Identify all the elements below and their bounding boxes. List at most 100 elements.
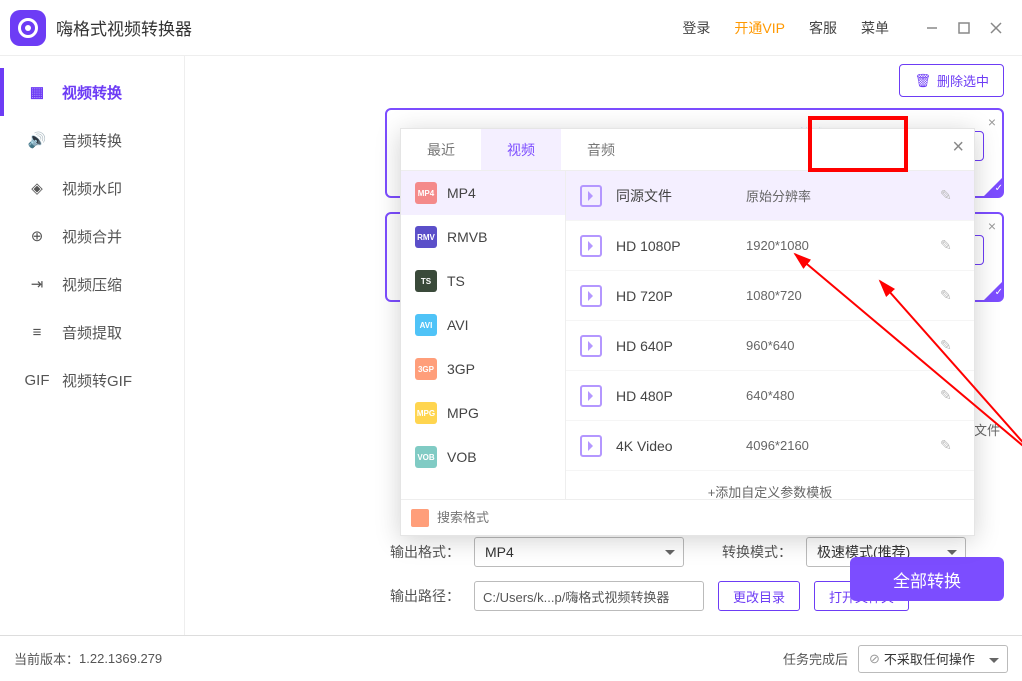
resolution-item-3[interactable]: HD 640P960*640✎ [566, 321, 974, 371]
search-format-icon [411, 509, 429, 527]
format-icon: 3GP [415, 358, 437, 380]
sidebar-item-label: 音频转换 [62, 130, 122, 151]
format-label: MP4 [447, 185, 476, 201]
format-label: RMVB [447, 229, 487, 245]
resolution-name: HD 480P [616, 388, 746, 404]
main-area: 🗑 删除选中 × ⚙格式设置 🔊音频选取 转换(极速) ▾ × ⚙格式设置 [185, 56, 1022, 635]
add-template-button[interactable]: +添加自定义参数模板 [566, 471, 974, 499]
popup-tabs: 最近视频音频 × [401, 129, 974, 171]
block-icon: ⊘ [869, 651, 880, 667]
convert-mode-label: 转换模式： [722, 542, 792, 562]
sidebar-item-label: 视频合并 [62, 226, 122, 247]
login-link[interactable]: 登录 [682, 18, 710, 38]
popup-tab-1[interactable]: 视频 [481, 129, 561, 170]
edit-icon[interactable]: ✎ [940, 337, 960, 354]
edit-icon[interactable]: ✎ [940, 237, 960, 254]
audio-convert-icon: 🔊 [26, 129, 48, 151]
convert-all-button[interactable]: 全部转换 [850, 557, 1004, 601]
resolution-dim: 640*480 [746, 388, 940, 403]
resolution-dim: 1920*1080 [746, 238, 940, 253]
video-icon [580, 285, 602, 307]
resolution-item-4[interactable]: HD 480P640*480✎ [566, 371, 974, 421]
app-title: 嗨格式视频转换器 [56, 15, 192, 40]
titlebar: 嗨格式视频转换器 登录 开通VIP 客服 菜单 [0, 0, 1022, 56]
after-task-label: 任务完成后 [783, 649, 848, 668]
sidebar-item-0[interactable]: ▦视频转换 [0, 68, 184, 116]
format-icon: MPG [415, 402, 437, 424]
output-path-input[interactable]: C:/Users/k...p/嗨格式视频转换器 [474, 581, 704, 611]
format-item-mp4[interactable]: MP4 MP4 [401, 171, 565, 215]
resolution-item-0[interactable]: 同源文件原始分辨率✎ [566, 171, 974, 221]
check-corner-icon [984, 282, 1002, 300]
popup-tab-0[interactable]: 最近 [401, 129, 481, 170]
resolution-list: 同源文件原始分辨率✎HD 1080P1920*1080✎HD 720P1080*… [566, 171, 974, 499]
resolution-name: 同源文件 [616, 186, 746, 206]
search-format-input[interactable] [435, 509, 615, 526]
format-item-avi[interactable]: AVIAVI [401, 303, 565, 347]
resolution-name: 4K Video [616, 438, 746, 454]
sidebar-item-6[interactable]: GIF 视频转GIF [0, 356, 184, 404]
after-task-select[interactable]: ⊘ 不采取任何操作 [858, 645, 1008, 673]
format-label: TS [447, 273, 465, 289]
sidebar-item-2[interactable]: ◈ 视频水印 [0, 164, 184, 212]
edit-icon[interactable]: ✎ [940, 287, 960, 304]
minimize-icon[interactable] [916, 12, 948, 44]
maximize-icon[interactable] [948, 12, 980, 44]
format-item-vob[interactable]: VOBVOB [401, 435, 565, 479]
sidebar-item-label: 视频转GIF [62, 370, 132, 391]
resolution-item-2[interactable]: HD 720P1080*720✎ [566, 271, 974, 321]
check-corner-icon [984, 178, 1002, 196]
resolution-item-1[interactable]: HD 1080P1920*1080✎ [566, 221, 974, 271]
sidebar-item-3[interactable]: ⊕ 视频合并 [0, 212, 184, 260]
delete-selected-label: 删除选中 [937, 71, 989, 90]
format-list: MP4 MP4 RMV RMVB TS TS AVIAVI3GP3GP MPG MPG VOBVO… [401, 171, 566, 499]
format-item-rmvb[interactable]: RMV RMVB [401, 215, 565, 259]
resolution-dim: 1080*720 [746, 288, 940, 303]
gif-icon: GIF [26, 369, 48, 391]
resolution-name: HD 640P [616, 338, 746, 354]
video-icon [580, 435, 602, 457]
resolution-name: HD 1080P [616, 238, 746, 254]
video-convert-icon: ▦ [26, 81, 48, 103]
format-icon: MP4 [415, 182, 437, 204]
support-link[interactable]: 客服 [809, 18, 837, 38]
format-label: VOB [447, 449, 477, 465]
format-item-3gp[interactable]: 3GP3GP [401, 347, 565, 391]
resolution-dim: 原始分辨率 [746, 186, 940, 205]
app-logo-icon [10, 10, 46, 46]
format-label: MPG [447, 405, 479, 421]
format-item-mpg[interactable]: MPG MPG [401, 391, 565, 435]
popup-close-icon[interactable]: × [952, 137, 964, 157]
close-icon[interactable] [980, 12, 1012, 44]
popup-tab-2[interactable]: 音频 [561, 129, 641, 170]
video-icon [580, 235, 602, 257]
sidebar: ▦视频转换 🔊 音频转换 ◈ 视频水印 ⊕ 视频合并 ⇥视频压缩≡音频提取 GIF 视频转GIF [0, 56, 185, 635]
menu-link[interactable]: 菜单 [861, 18, 889, 38]
card-close-icon[interactable]: × [988, 218, 996, 234]
edit-icon[interactable]: ✎ [940, 437, 960, 454]
resolution-name: HD 720P [616, 288, 746, 304]
output-format-select[interactable]: MP4 [474, 537, 684, 567]
resolution-dim: 4096*2160 [746, 438, 940, 453]
statusbar: 当前版本： 1.22.1369.279 任务完成后 ⊘ 不采取任何操作 [0, 635, 1022, 681]
sidebar-item-1[interactable]: 🔊 音频转换 [0, 116, 184, 164]
edit-icon[interactable]: ✎ [940, 387, 960, 404]
sidebar-item-5[interactable]: ≡音频提取 [0, 308, 184, 356]
sidebar-item-4[interactable]: ⇥视频压缩 [0, 260, 184, 308]
resolution-dim: 960*640 [746, 338, 940, 353]
delete-selected-button[interactable]: 🗑 删除选中 [899, 64, 1004, 97]
sidebar-item-label: 视频水印 [62, 178, 122, 199]
vip-link[interactable]: 开通VIP [734, 18, 785, 38]
change-dir-button[interactable]: 更改目录 [718, 581, 800, 611]
edit-icon[interactable]: ✎ [940, 187, 960, 204]
output-format-label: 输出格式： [390, 542, 460, 562]
format-icon: RMV [415, 226, 437, 248]
watermark-icon: ◈ [26, 177, 48, 199]
video-icon [580, 185, 602, 207]
resolution-item-5[interactable]: 4K Video4096*2160✎ [566, 421, 974, 471]
merge-icon: ⊕ [26, 225, 48, 247]
trash-icon: 🗑 [914, 73, 931, 89]
format-item-ts[interactable]: TS TS [401, 259, 565, 303]
format-icon: TS [415, 270, 437, 292]
card-close-icon[interactable]: × [988, 114, 996, 130]
